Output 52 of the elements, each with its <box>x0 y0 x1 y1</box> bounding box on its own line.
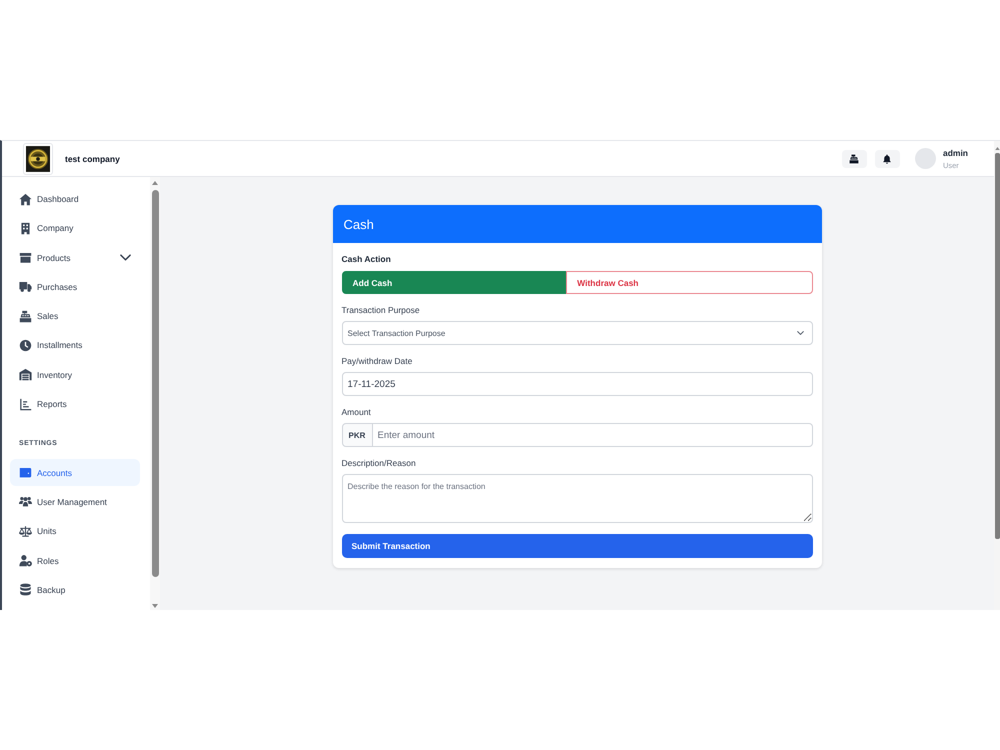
home-icon <box>19 192 32 206</box>
field-label: Amount <box>342 407 372 417</box>
sidebar-item[interactable]: Inventory <box>10 361 140 388</box>
scroll-up-icon[interactable] <box>152 181 158 185</box>
action-toggle[interactable]: Add Cash <box>342 271 566 294</box>
clock-icon <box>19 338 32 352</box>
submit-button[interactable]: Submit Transaction <box>342 534 812 558</box>
wallet-icon <box>19 466 32 480</box>
users-icon <box>19 495 32 508</box>
scroll-down-icon[interactable] <box>152 604 158 608</box>
warehouse-icon <box>19 368 32 382</box>
cash-register-icon <box>19 310 32 323</box>
scroll-up-icon[interactable] <box>994 147 1000 150</box>
description-field[interactable]: Describe the reason for the transaction <box>342 474 812 523</box>
purpose-select[interactable]: Select Transaction Purpose <box>342 321 812 345</box>
scrollbar[interactable] <box>150 177 160 610</box>
cash-register-button[interactable] <box>842 150 867 168</box>
scrollbar[interactable] <box>994 141 1000 610</box>
sidebar-item[interactable]: Installments <box>10 332 140 359</box>
sidebar-item[interactable]: Roles <box>10 547 140 574</box>
user-name: admin <box>942 148 968 158</box>
sidebar-item[interactable]: Reports <box>10 390 140 418</box>
field-label: Description/Reason <box>342 458 417 468</box>
field-label: Cash Action <box>342 254 392 264</box>
chevron-down-icon <box>796 331 804 335</box>
action-toggle[interactable]: Withdraw Cash <box>566 271 812 294</box>
box-icon <box>19 251 32 264</box>
currency-addon: PKR <box>342 423 372 447</box>
amount-field[interactable]: Enter amount <box>372 423 812 447</box>
cash-register-icon <box>849 154 860 164</box>
sidebar-item[interactable]: Products <box>10 244 140 272</box>
truck-icon <box>19 280 32 294</box>
sidebar-item[interactable]: User Management <box>10 488 140 516</box>
chart-icon <box>19 398 32 411</box>
sidebar-item[interactable]: Dashboard <box>10 186 140 212</box>
sidebar-item[interactable]: Sales <box>10 302 140 330</box>
field-label: Transaction Purpose <box>342 305 421 315</box>
field-label: Pay/withdraw Date <box>342 356 414 366</box>
sidebar-item[interactable]: Purchases <box>10 273 140 300</box>
scale-icon <box>19 524 32 538</box>
sidebar-item[interactable]: Company <box>10 214 140 242</box>
company-name: test company <box>65 154 120 164</box>
building-icon <box>19 222 32 235</box>
sidebar-item[interactable]: Accounts <box>10 459 140 486</box>
notifications-button[interactable] <box>874 150 900 168</box>
sidebar-item[interactable]: Units <box>10 518 140 545</box>
user-gear-icon <box>19 554 32 568</box>
sidebar-item[interactable]: Backup <box>10 576 140 604</box>
date-field[interactable]: 17-11-2025 <box>342 372 812 396</box>
bell-icon <box>882 154 892 164</box>
card-title: Cash <box>332 205 822 243</box>
database-icon <box>19 583 32 596</box>
